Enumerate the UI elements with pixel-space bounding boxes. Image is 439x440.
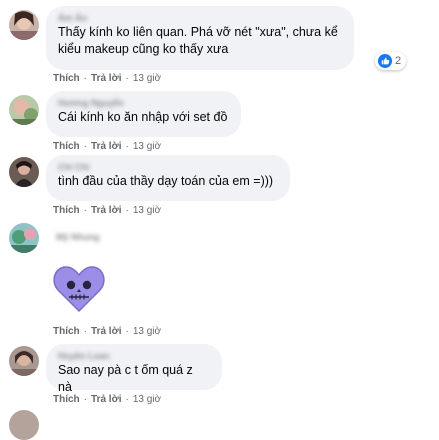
reply-button[interactable]: Trả lời (91, 205, 121, 216)
comment-bubble: Ám Ản Thấy kính ko liên quan. Phá vỡ nét… (46, 6, 354, 70)
avatar[interactable] (9, 10, 39, 40)
comment-author[interactable]: Hương Nguyễn (58, 97, 229, 109)
comment-bubble: Huyền Loan Sao nay pà c t ốm quá z nà (46, 344, 222, 394)
reply-button[interactable]: Trả lời (91, 394, 121, 405)
comment-time[interactable]: 13 giờ (133, 394, 161, 405)
avatar[interactable] (9, 95, 39, 125)
comment-text: Sao nay pà c t ốm quá z nà (58, 363, 193, 394)
comment-author[interactable]: Mỹ Nhung (56, 231, 100, 243)
comment-time[interactable]: 13 giờ (133, 73, 161, 84)
like-button[interactable]: Thích (53, 205, 80, 216)
comment-actions: Thích · Trả lời · 13 giờ (53, 326, 162, 337)
comment-bubble: Hương Nguyễn Cái kính ko ăn nhập với set… (46, 91, 241, 137)
comment-actions: Thích · Trả lời · 13 giờ (53, 141, 162, 152)
comment-bubble: Chi Chi tình đầu của thầy dạy toán của e… (46, 155, 290, 201)
comment-time[interactable]: 13 giờ (133, 141, 161, 152)
reply-button[interactable]: Trả lời (91, 73, 121, 84)
comment-actions: Thích · Trả lời · 13 giờ (53, 394, 162, 405)
avatar[interactable] (9, 346, 39, 376)
comment-author[interactable]: Ám Ản (58, 12, 342, 24)
comment-author[interactable]: Huyền Loan (58, 350, 210, 362)
comment-text: Thấy kính ko liên quan. Phá vỡ nét "xưa"… (58, 25, 338, 56)
reply-button[interactable]: Trả lời (91, 141, 121, 152)
avatar[interactable] (9, 223, 39, 253)
like-button[interactable]: Thích (53, 141, 80, 152)
reaction-count: 2 (395, 55, 402, 67)
like-button[interactable]: Thích (53, 326, 80, 337)
comment-text: Cái kính ko ăn nhập với set đồ (58, 110, 228, 124)
like-button[interactable]: Thích (53, 73, 80, 84)
comment-actions: Thích · Trả lời · 13 giờ (53, 73, 162, 84)
avatar[interactable] (9, 157, 39, 187)
purple-heart-skull-sticker[interactable] (52, 263, 106, 313)
comment-text: tình đầu của thầy dạy toán của em =))) (58, 174, 274, 188)
like-icon (378, 54, 392, 68)
like-button[interactable]: Thích (53, 394, 80, 405)
comment-time[interactable]: 13 giờ (133, 326, 161, 337)
reaction-summary[interactable]: 2 (375, 52, 407, 70)
comment-time[interactable]: 13 giờ (133, 205, 161, 216)
reply-button[interactable]: Trả lời (91, 326, 121, 337)
comment-author[interactable]: Chi Chi (58, 161, 278, 173)
comment-actions: Thích · Trả lời · 13 giờ (53, 205, 162, 216)
